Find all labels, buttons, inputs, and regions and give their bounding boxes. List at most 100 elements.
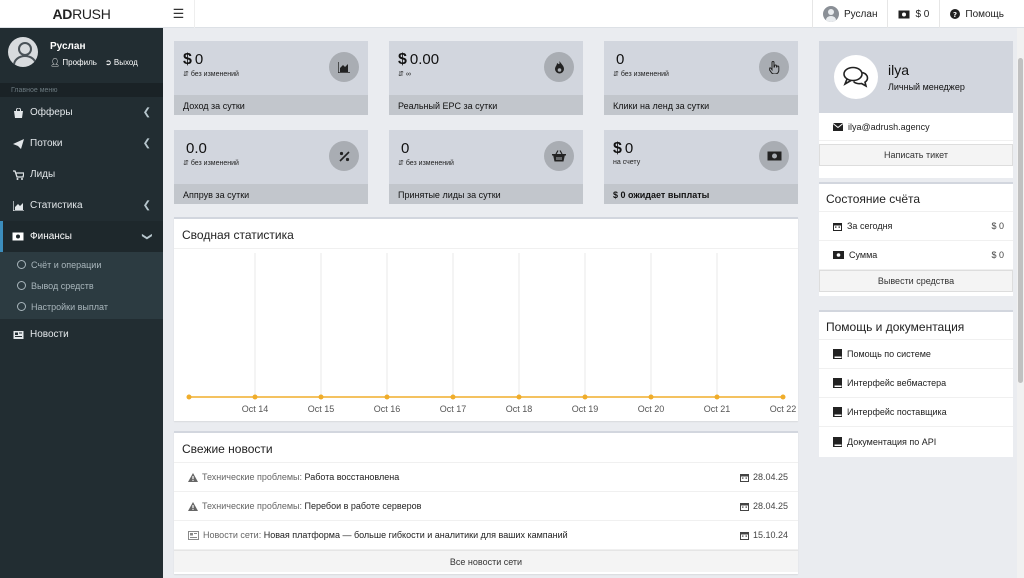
manager-card: ilya Личный менеджер ilya@adrush.agency …	[819, 41, 1013, 178]
stat-change: ∞	[405, 71, 411, 78]
fire-icon	[544, 52, 574, 82]
profile-link[interactable]: 👤︎ Профиль	[50, 58, 97, 67]
help-link-system[interactable]: Помощь по системе	[819, 340, 1013, 369]
stat-footer: Доход за сутки	[174, 95, 368, 115]
scrollbar-thumb[interactable]	[1018, 58, 1023, 383]
chart-tick-label: Oct 14	[242, 404, 269, 414]
stat-change: на счету	[613, 159, 641, 166]
logout-link[interactable]: ➲ Выход	[105, 58, 138, 67]
help-docs-title: Помощь и документация	[819, 312, 1013, 340]
all-news-button[interactable]: Все новости сети	[174, 550, 798, 572]
account-today-row: За сегодня $ 0	[819, 212, 1013, 241]
manager-email-row[interactable]: ilya@adrush.agency	[819, 113, 1013, 141]
news-item[interactable]: Новости сети: Новая платформа — больше г…	[174, 521, 798, 550]
stat-box-accepted-leads: 0 ⇵ без изменений Принятые лиды за сутки	[389, 130, 583, 204]
sidebar-item-statistics[interactable]: Статистика ❮	[0, 190, 163, 221]
account-today-label: За сегодня	[847, 221, 893, 231]
sidebar-item-leads[interactable]: Лиды	[0, 159, 163, 190]
help-link-label: Помощь по системе	[847, 349, 931, 359]
user-menu-name: Руслан	[843, 8, 878, 20]
chart-point[interactable]	[384, 394, 390, 400]
balance-menu[interactable]: $ 0	[887, 0, 939, 28]
warning-icon	[188, 472, 198, 482]
account-state-title: Состояние счёта	[819, 184, 1013, 212]
sidebar-section-header: Главное меню	[0, 83, 163, 97]
money-icon	[12, 232, 24, 241]
warning-icon	[188, 501, 198, 511]
sidebar-item-label: Финансы	[30, 231, 72, 242]
submenu-item-account-operations[interactable]: Счёт и операции	[0, 254, 163, 275]
news-item-title[interactable]: Новая платформа — больше гибкости и анал…	[264, 530, 568, 540]
user-menu[interactable]: Руслан	[811, 0, 887, 28]
chart-point[interactable]	[252, 394, 258, 400]
stat-footer: $ 0 ожидает выплаты	[604, 184, 798, 204]
calendar-icon	[739, 531, 749, 540]
chart-point[interactable]	[780, 394, 786, 400]
chart-point[interactable]	[516, 394, 522, 400]
help-link-webmaster[interactable]: Интерфейс вебмастера	[819, 369, 1013, 398]
hand-pointer-icon	[759, 52, 789, 82]
help-link-supplier[interactable]: Интерфейс поставщика	[819, 398, 1013, 427]
help-link-label: Документация по API	[847, 436, 937, 447]
chart-tick-label: Oct 15	[308, 404, 335, 414]
chart-point[interactable]	[186, 394, 192, 400]
page-scrollbar[interactable]	[1017, 28, 1024, 578]
area-chart-icon	[329, 52, 359, 82]
sidebar-item-news[interactable]: Новости	[0, 319, 163, 350]
sort-icon: ⇵	[183, 160, 189, 167]
stat-value: 0	[194, 51, 204, 68]
news-category: Новости сети:	[203, 530, 262, 540]
summary-line-chart: Oct 14 Oct 15 Oct 16 Oct 17 Oct 18 Oct 19 Oct …	[186, 253, 797, 414]
submenu-item-label: Вывод средств	[31, 280, 94, 291]
sidebar-item-label: Офферы	[30, 107, 73, 118]
logout-link-label: Выход	[113, 58, 138, 67]
sidebar-item-streams[interactable]: Потоки ❮	[0, 128, 163, 159]
account-today-value: $ 0	[991, 221, 1004, 231]
news-panel: Свежие новости Технические проблемы: Раб…	[174, 431, 798, 574]
basket-icon	[544, 141, 574, 171]
news-category: Технические проблемы:	[202, 472, 303, 482]
menu-toggle-button[interactable]: ☰	[163, 0, 195, 28]
book-icon	[833, 436, 842, 447]
help-link-api[interactable]: Документация по API	[819, 427, 1013, 456]
submenu-item-withdraw[interactable]: Вывод средств	[0, 275, 163, 296]
top-right-menu: Руслан $ 0 ? Помощь	[811, 0, 1014, 28]
logo[interactable]: AD RUSH	[0, 0, 163, 28]
chart-point[interactable]	[582, 394, 588, 400]
sidebar-item-finance[interactable]: Финансы ❮	[0, 221, 163, 252]
stat-change: без изменений	[405, 160, 454, 167]
finance-submenu: Счёт и операции Вывод средств Настройки …	[0, 252, 163, 319]
chart-point[interactable]	[318, 394, 324, 400]
newspaper-icon	[188, 530, 199, 540]
submenu-item-payout-settings[interactable]: Настройки выплат	[0, 296, 163, 317]
user-avatar-icon	[822, 6, 839, 22]
news-item[interactable]: Технические проблемы: Перебои в работе с…	[174, 492, 798, 521]
area-chart-icon	[12, 200, 24, 211]
news-item-title[interactable]: Перебои в работе серверов	[305, 501, 422, 511]
sort-icon: ⇵	[183, 71, 189, 78]
sidebar-item-offers[interactable]: Офферы ❮	[0, 97, 163, 128]
stat-box-epc: $0.00 ⇵ ∞ Реальный EPC за сутки	[389, 41, 583, 115]
chart-point[interactable]	[648, 394, 654, 400]
cart-icon	[12, 169, 24, 180]
manager-email[interactable]: ilya@adrush.agency	[848, 122, 930, 132]
withdraw-funds-button[interactable]: Вывести средства	[819, 270, 1013, 292]
news-item[interactable]: Технические проблемы: Работа восстановле…	[174, 463, 798, 492]
manager-role: Личный менеджер	[888, 82, 965, 92]
sidebar: Руслан 👤︎ Профиль ➲ Выход Главное меню О…	[0, 28, 163, 578]
hamburger-icon: ☰	[172, 6, 185, 21]
chart-tick-label: Oct 18	[506, 404, 533, 414]
write-ticket-button[interactable]: Написать тикет	[819, 144, 1013, 166]
help-link-label: Интерфейс вебмастера	[847, 378, 947, 388]
help-menu[interactable]: ? Помощь	[939, 0, 1014, 28]
chart-tick-label: Oct 22	[770, 404, 797, 414]
submenu-item-label: Настройки выплат	[31, 301, 108, 312]
envelope-icon	[833, 122, 843, 131]
book-icon	[833, 349, 842, 359]
chart-point[interactable]	[450, 394, 456, 400]
stat-box-balance: $0 на счету $ 0 ожидает выплаты	[604, 130, 798, 204]
chart-point[interactable]	[714, 394, 720, 400]
percent-icon	[329, 141, 359, 171]
news-item-title[interactable]: Работа восстановлена	[305, 472, 400, 482]
circle-icon	[17, 281, 26, 290]
